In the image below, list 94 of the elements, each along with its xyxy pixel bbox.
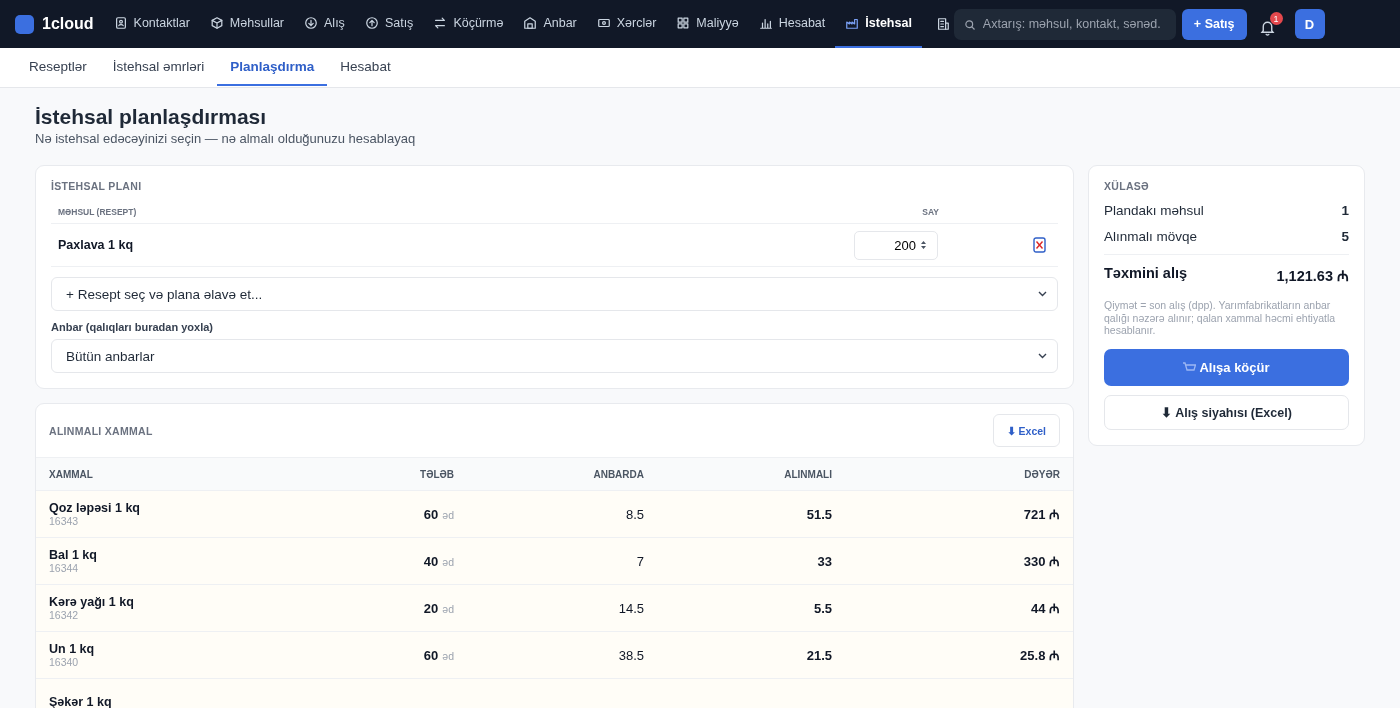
box-icon — [209, 16, 224, 30]
table-cell: 20 — [423, 600, 439, 616]
material-name: Qoz ləpəsi 1 kq — [49, 501, 141, 515]
stepper-icon[interactable] — [920, 239, 927, 250]
unit-label: əd — [442, 508, 454, 521]
table-cell: 330 ₼ — [1023, 554, 1060, 569]
material-name: Un 1 kq — [49, 642, 96, 656]
excel-export-button[interactable]: ⬇ Alış siyahısı (Excel) — [1104, 394, 1349, 430]
factory-icon — [845, 16, 860, 30]
search-field[interactable]: Axtarış: məhsul, kontakt, sənəd. — [953, 8, 1176, 40]
remove-icon — [1033, 237, 1046, 253]
table-cell: 51.5 — [806, 506, 832, 522]
notification-count: 1 — [1269, 12, 1283, 25]
quantity-field[interactable]: 200 — [854, 230, 938, 260]
material-name: Şəkər 1 kq — [49, 695, 113, 708]
product-name: Paxlava 1 kq — [58, 238, 135, 252]
table-cell: 721 ₼ — [1023, 507, 1060, 522]
warehouse-select[interactable]: Bütün anbarlar — [51, 339, 1058, 373]
column-header: ALINMALI — [783, 468, 832, 480]
table-cell: 5.5 — [813, 600, 832, 616]
contact-card-icon — [113, 16, 128, 30]
remove-button[interactable] — [1033, 237, 1046, 253]
logo-icon — [15, 14, 34, 34]
table-cell: 25.8 ₼ — [1020, 648, 1060, 663]
material-code: 16344 — [49, 562, 80, 574]
material-name: Kərə yağı 1 kq — [49, 595, 135, 609]
total-value: 1,121.63 ₼ — [1276, 267, 1349, 285]
nav-tab[interactable]: Anbar — [513, 0, 587, 48]
nav-tab[interactable]: Köçürmə — [423, 0, 514, 48]
table-cell: 40 — [423, 553, 439, 569]
column-header: SAY — [921, 207, 939, 217]
swap-arrows-icon — [433, 16, 448, 30]
new-sale-button[interactable]: + Satış — [1181, 8, 1247, 40]
warehouse-icon — [523, 16, 538, 30]
table-cell: 60 — [423, 506, 439, 522]
material-code: 16340 — [49, 656, 80, 668]
table-cell: 8.5 — [625, 506, 644, 522]
bar-chart-icon — [758, 16, 773, 30]
table-cell: 33 — [817, 553, 832, 569]
section-title: İSTEHSAL PLANI — [51, 180, 143, 192]
section-title: XÜLASƏ — [1104, 180, 1150, 192]
sub-tab[interactable]: Reseptlər — [16, 48, 100, 86]
unit-label: əd — [442, 649, 454, 662]
nav-tab[interactable]: Məhsullar — [199, 0, 295, 48]
user-avatar[interactable]: D — [1294, 9, 1325, 39]
column-header: TƏLƏB — [419, 468, 454, 480]
cart-icon — [1183, 361, 1197, 373]
summary-note: Qiymət = son alış (dpp). Yarımfabrikatların anbar qalığı nəzərə alınır; qalan xammal həcmi ehtiyatla hesablanır. — [1104, 299, 1337, 337]
notifications-button[interactable]: 1 — [1258, 12, 1283, 36]
total-label: Təxmini alış — [1104, 265, 1187, 283]
column-header: XAMMAL — [49, 468, 94, 480]
column-header: ANBARDA — [592, 468, 644, 480]
transfer-button[interactable]: Alışa köçür — [1104, 348, 1349, 386]
sub-tab[interactable]: İstehsal əmrləri — [99, 48, 218, 86]
arrow-down-circle-icon — [304, 16, 319, 30]
chevron-down-icon — [1038, 291, 1047, 297]
material-code: 16343 — [49, 515, 80, 527]
chevron-down-icon — [1038, 353, 1047, 359]
column-header: MƏHSUL (RESEPT) — [58, 207, 138, 217]
nav-tab[interactable]: Alış — [294, 0, 355, 48]
table-cell: 14.5 — [618, 600, 644, 616]
banknote-icon — [596, 16, 611, 30]
nav-tab[interactable]: Xərclər — [586, 0, 667, 48]
nav-tab[interactable]: Kontaktlar — [103, 0, 200, 48]
table-cell: 38.5 — [618, 647, 644, 663]
material-code: 16342 — [49, 609, 80, 621]
sub-tab[interactable]: Hesabat — [327, 48, 404, 86]
unit-label: əd — [442, 602, 454, 615]
table-cell: 44 ₼ — [1030, 601, 1060, 616]
section-title: ALINMALI XAMMAL — [49, 424, 153, 437]
field-label: Anbar (qalıqları buradan yoxla) — [51, 321, 214, 333]
nav-tab[interactable]: Satış — [354, 0, 424, 48]
column-header: DƏYƏR — [1023, 468, 1060, 480]
table-cell: 60 — [423, 647, 439, 663]
table-cell: 7 — [636, 553, 644, 569]
summary-value: 5 — [1341, 229, 1349, 244]
app-logo: 1cloud — [42, 15, 94, 33]
sub-tab[interactable]: Planlaşdırma — [217, 48, 328, 86]
recipe-select[interactable]: + Resept seç və plana əlavə et... — [51, 277, 1058, 311]
table-cell: 21.5 — [806, 647, 832, 663]
bell-icon — [1258, 19, 1276, 36]
arrow-up-circle-icon — [364, 16, 379, 30]
page-subtitle: Nə istehsal edəcəyinizi seçin — nə almalı olduğunuzu hesablayaq — [35, 131, 417, 146]
nav-tab[interactable]: Hesabat — [748, 0, 836, 48]
unit-label: əd — [442, 555, 454, 568]
grid-icon — [676, 16, 691, 30]
page-title: İstehsal planlaşdırması — [35, 104, 268, 130]
excel-button[interactable]: ⬇ Excel — [992, 414, 1060, 447]
summary-value: 1 — [1341, 203, 1349, 218]
summary-label: Plandakı məhsul — [1104, 203, 1204, 218]
summary-label: Alınmalı mövqe — [1104, 229, 1198, 244]
nav-tab[interactable]: Maliyyə — [666, 0, 749, 48]
building-icon[interactable] — [935, 17, 950, 31]
material-name: Bal 1 kq — [49, 548, 98, 562]
